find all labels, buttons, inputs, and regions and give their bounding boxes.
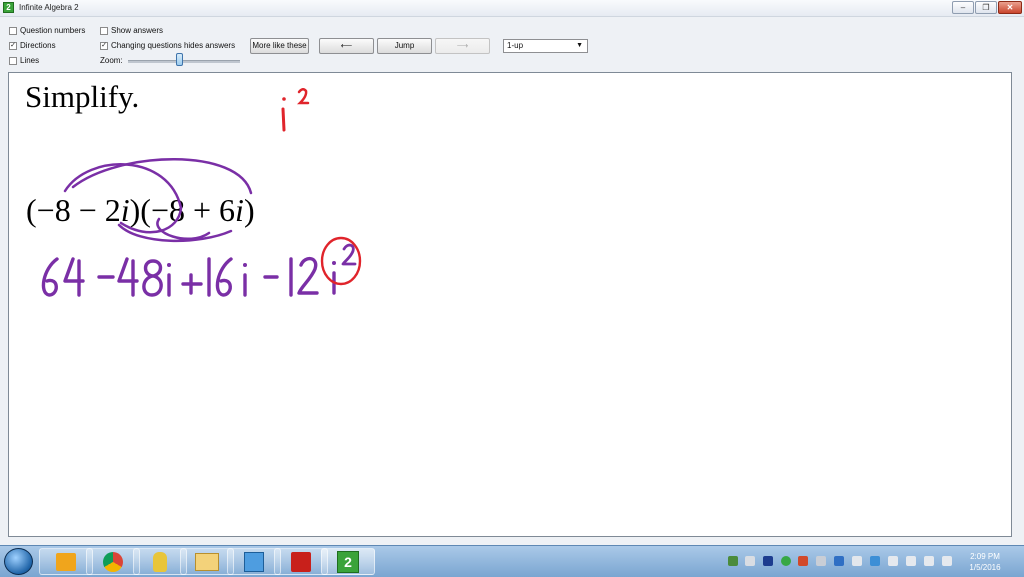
zoom-slider-thumb[interactable] [176,53,183,66]
annotation-dot [282,97,286,101]
taskbar: 2 2:09 PM 1/5/2016 [0,545,1024,577]
clock-date: 1/5/2016 [969,563,1001,572]
foil-arcs [63,158,253,243]
directions-checkbox[interactable]: ✓ Directions [9,41,56,50]
previous-question-button[interactable]: ⟵ [319,38,374,54]
system-clock[interactable]: 2:09 PM 1/5/2016 [960,551,1010,573]
annotation-dot [167,263,171,267]
handwritten-annotations [41,88,362,297]
outlook-icon [56,552,76,571]
tray-sync-icon[interactable] [781,556,791,566]
tray-display-icon[interactable] [906,556,916,566]
window-title: Infinite Algebra 2 [19,3,79,12]
more-like-these-button[interactable]: More like these [250,38,309,54]
zoom-slider-track[interactable] [128,60,240,63]
annotation-dot [243,263,247,267]
zoom-label: Zoom: [100,56,123,65]
tray-shield-icon[interactable] [763,556,773,566]
pointer-app-icon [153,551,167,572]
checkbox-box[interactable] [9,56,17,65]
clock-time: 2:09 PM [970,552,1000,561]
annotation-dot [332,261,336,265]
title-bar: 2 Infinite Algebra 2 – ❐ ✕ [0,0,1024,17]
checkbox-label: Directions [20,41,56,50]
close-button[interactable]: ✕ [998,1,1022,14]
minimize-button[interactable]: – [952,1,974,14]
checkbox-box[interactable] [9,26,17,35]
tray-network-tool-icon[interactable] [728,556,738,566]
taskbar-chrome[interactable] [86,548,140,575]
jump-button[interactable]: Jump [377,38,432,54]
layout-select[interactable]: 1-up ▼ [503,39,588,53]
tray-security-icon[interactable] [834,556,844,566]
tray-volume-icon[interactable] [942,556,952,566]
chevron-down-icon: ▼ [576,42,583,49]
question-numbers-checkbox[interactable]: Question numbers [9,26,85,35]
annotation-i-squared-top [281,88,310,132]
checkbox-label: Lines [20,56,40,65]
checkbox-box[interactable] [100,26,108,35]
lines-checkbox[interactable]: Lines [9,56,39,65]
tray-app-icon[interactable] [870,556,880,566]
annotation-circle [320,236,362,286]
checkbox-label: Question numbers [20,26,86,35]
checkbox-box[interactable]: ✓ [100,41,108,50]
tray-record-icon[interactable] [798,556,808,566]
taskbar-notepad[interactable] [227,548,281,575]
next-question-button[interactable]: ⟶ [435,38,490,54]
chrome-icon [103,551,123,572]
changing-questions-hides-answers-checkbox[interactable]: ✓ Changing questions hides answers [100,41,235,50]
taskbar-pointer-app[interactable] [133,548,187,575]
tray-battery-icon[interactable] [816,556,826,566]
notepad-icon [244,551,264,572]
infinite-algebra-app-icon: 2 [3,2,14,13]
start-button[interactable] [4,548,33,575]
taskbar-acrobat[interactable] [274,548,328,575]
tray-device-icon[interactable] [745,556,755,566]
checkbox-label: Show answers [111,26,164,35]
infinite-algebra-icon: 2 [337,550,359,573]
layout-select-value: 1-up [507,41,524,50]
file-explorer-icon [195,552,219,571]
tray-signal-icon[interactable] [924,556,934,566]
tray-settings-icon[interactable] [852,556,862,566]
taskbar-outlook[interactable] [39,548,93,575]
expansion-ink [41,243,357,297]
acrobat-icon [291,551,311,572]
restore-button[interactable]: ❐ [975,1,997,14]
tray-printer-icon[interactable] [888,556,898,566]
taskbar-infinite-algebra[interactable]: 2 [321,548,375,575]
worksheet-canvas[interactable]: Simplify. (−8 − 2i)(−8 + 6i) [8,72,1012,537]
taskbar-file-explorer[interactable] [180,548,234,575]
checkbox-box[interactable]: ✓ [9,41,17,50]
show-answers-checkbox[interactable]: Show answers [100,26,163,35]
checkbox-label: Changing questions hides answers [111,41,236,50]
